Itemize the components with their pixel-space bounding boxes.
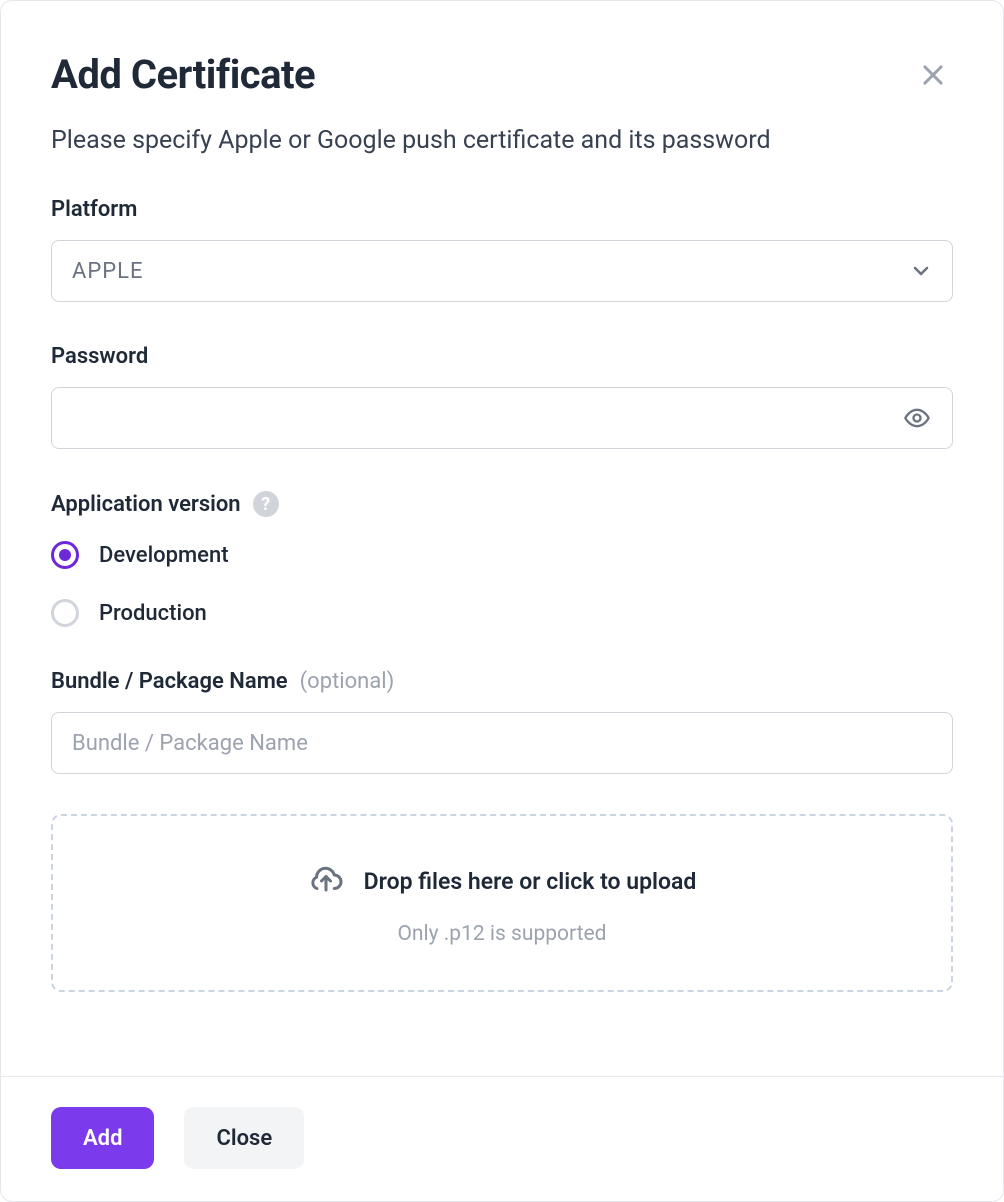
password-input-wrap — [51, 387, 953, 449]
modal-footer: Add Close — [1, 1076, 1003, 1201]
password-label: Password — [51, 344, 953, 369]
dropzone-main-text: Drop files here or click to upload — [364, 868, 697, 895]
close-icon[interactable] — [913, 55, 953, 95]
bundle-field: Bundle / Package Name (optional) — [51, 669, 953, 774]
modal-subtitle: Please specify Apple or Google push cert… — [51, 126, 953, 155]
upload-cloud-icon — [308, 860, 344, 902]
modal-header: Add Certificate — [51, 51, 953, 98]
add-certificate-modal: Add Certificate Please specify Apple or … — [0, 0, 1004, 1202]
app-version-label-text: Application version — [51, 492, 241, 517]
dropzone-main-row: Drop files here or click to upload — [308, 860, 697, 902]
bundle-label: Bundle / Package Name (optional) — [51, 669, 953, 694]
bundle-label-text: Bundle / Package Name — [51, 669, 288, 694]
dropzone-sub-text: Only .p12 is supported — [397, 922, 606, 946]
modal-body: Add Certificate Please specify Apple or … — [1, 1, 1003, 1076]
radio-indicator — [51, 541, 79, 569]
file-dropzone[interactable]: Drop files here or click to upload Only … — [51, 814, 953, 992]
app-version-label: Application version ? — [51, 491, 953, 517]
password-field: Password — [51, 344, 953, 449]
bundle-input[interactable] — [51, 712, 953, 774]
help-icon[interactable]: ? — [253, 491, 279, 517]
platform-field: Platform APPLE — [51, 197, 953, 302]
platform-label: Platform — [51, 197, 953, 222]
radio-production[interactable]: Production — [51, 599, 953, 627]
modal-title: Add Certificate — [51, 51, 315, 98]
radio-indicator — [51, 599, 79, 627]
radio-production-label: Production — [99, 601, 207, 626]
app-version-radios: Development Production — [51, 541, 953, 627]
close-button[interactable]: Close — [184, 1107, 304, 1169]
platform-select[interactable]: APPLE — [51, 240, 953, 302]
radio-development[interactable]: Development — [51, 541, 953, 569]
radio-development-label: Development — [99, 543, 229, 568]
platform-select-wrap: APPLE — [51, 240, 953, 302]
add-button[interactable]: Add — [51, 1107, 154, 1169]
bundle-input-wrap — [51, 712, 953, 774]
platform-selected-value: APPLE — [72, 259, 143, 284]
eye-icon[interactable] — [897, 398, 937, 438]
bundle-optional-text: (optional) — [300, 669, 395, 694]
app-version-field: Application version ? Development Produc… — [51, 491, 953, 627]
password-input[interactable] — [51, 387, 953, 449]
